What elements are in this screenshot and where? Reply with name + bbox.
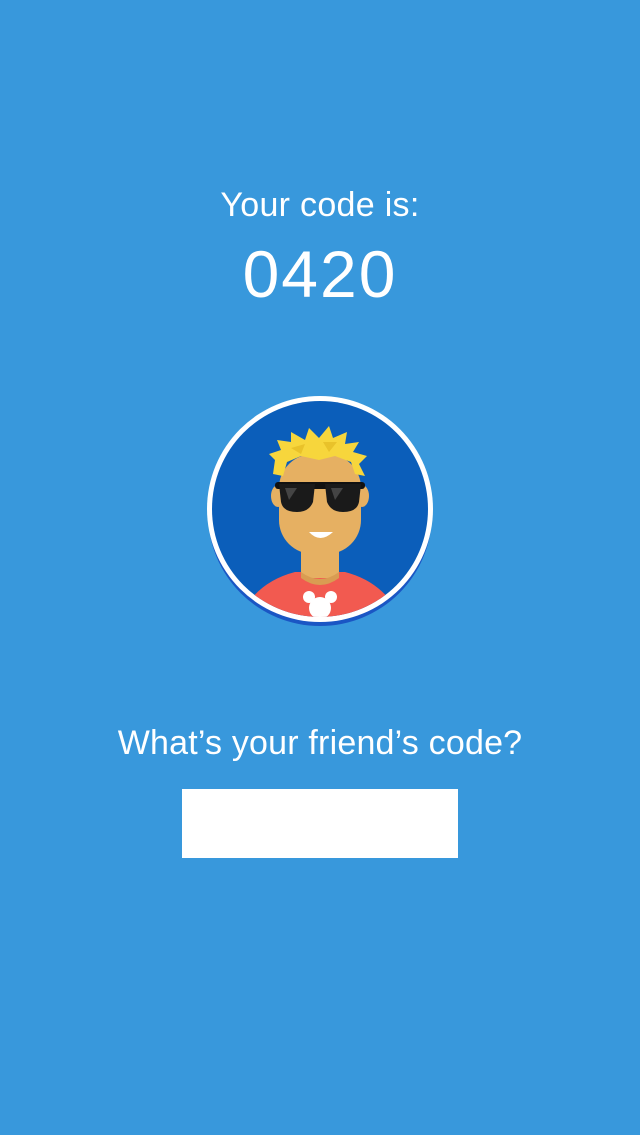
friend-code-label: What’s your friend’s code? — [117, 724, 523, 762]
your-code-value: 0420 — [242, 237, 398, 311]
friend-code-input[interactable] — [182, 789, 458, 858]
avatar — [205, 396, 435, 630]
cool-guy-avatar-icon — [207, 396, 433, 626]
code-exchange-screen: Your code is: 0420 What’s your friend’s … — [0, 0, 640, 1135]
your-code-label: Your code is: — [220, 186, 420, 224]
